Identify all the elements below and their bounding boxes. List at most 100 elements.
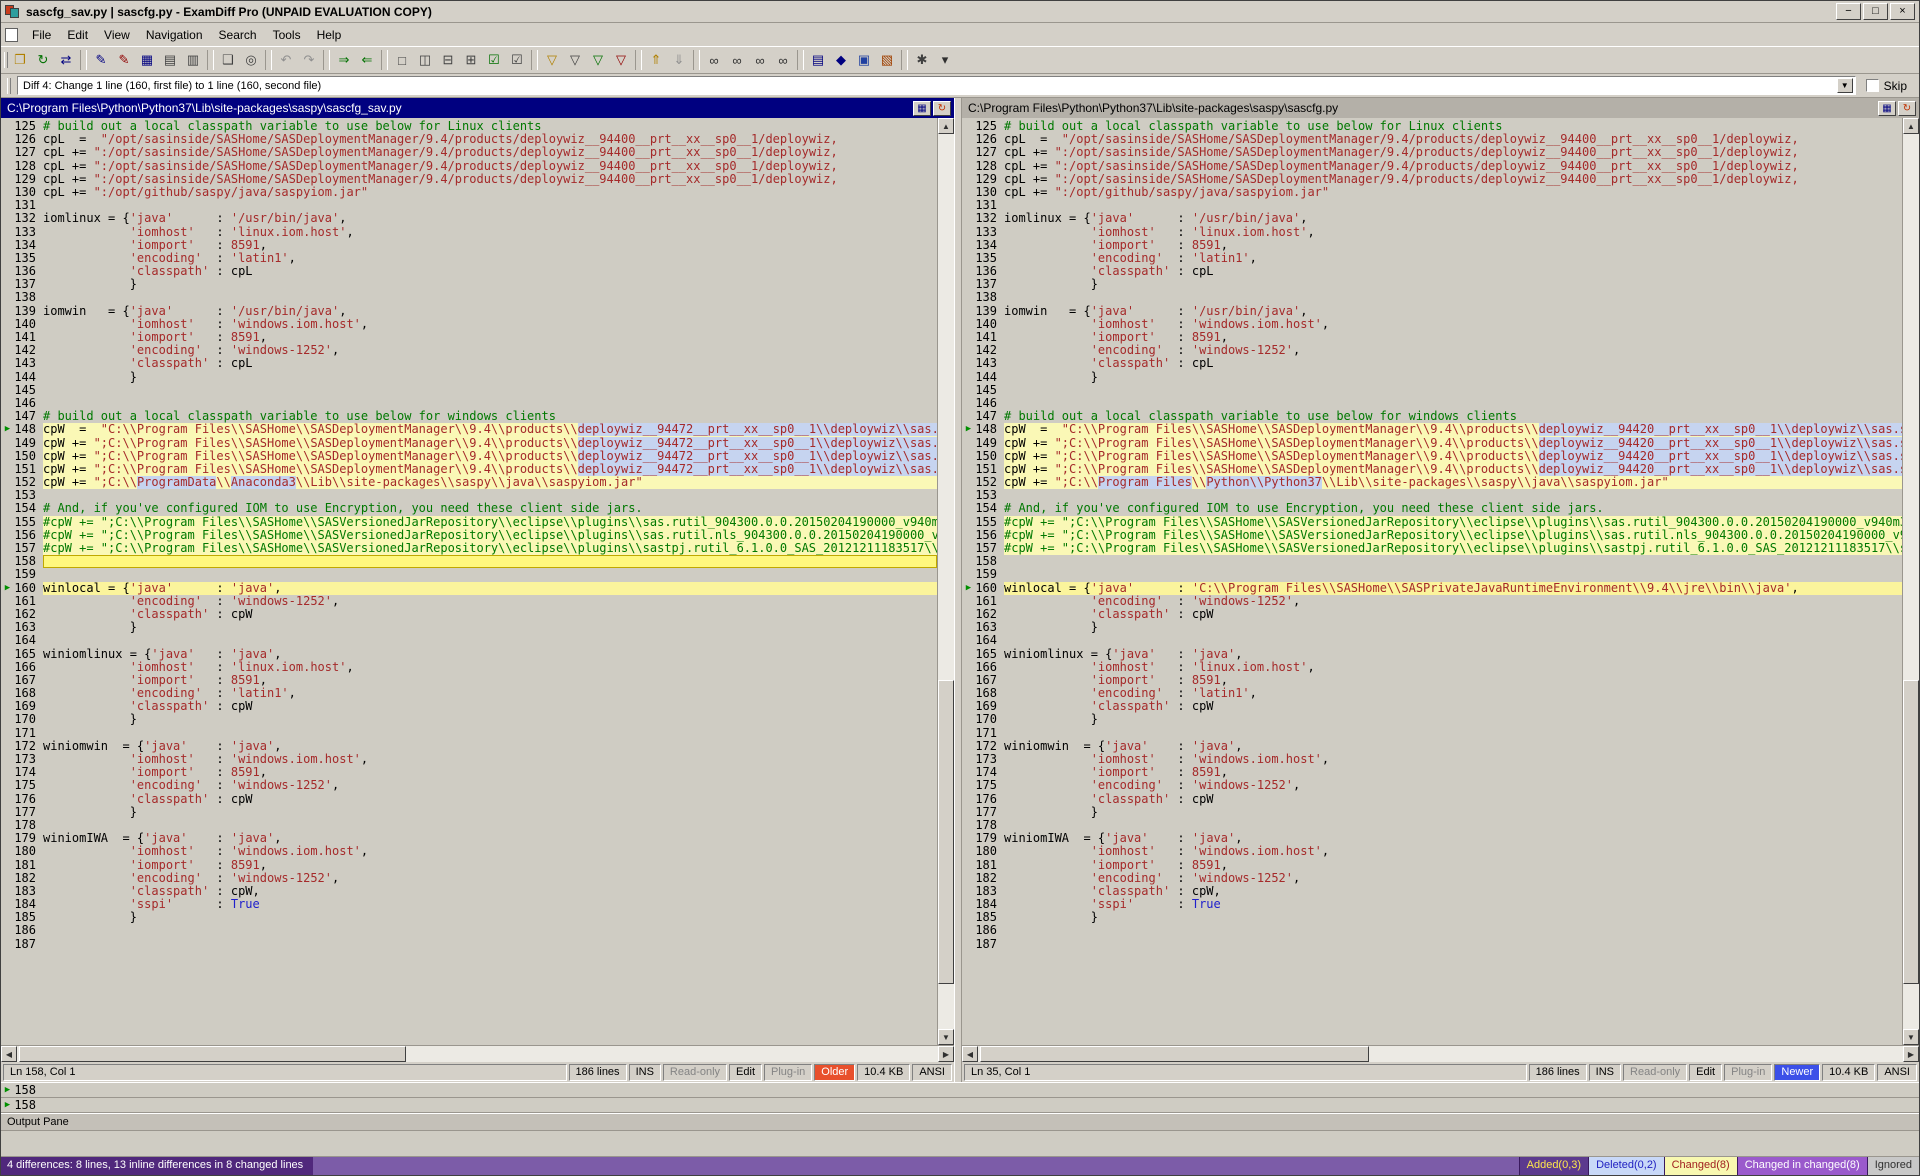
code-line[interactable]: 173 'iomhost' : 'windows.iom.host', xyxy=(962,753,1902,766)
move-up-icon[interactable]: ⇑ xyxy=(645,49,667,71)
code-line[interactable]: 136 'classpath' : cpL xyxy=(962,265,1902,278)
options-icon[interactable]: ✱ xyxy=(911,49,933,71)
code-line[interactable]: 156#cpW += ";C:\\Program Files\\SASHome\… xyxy=(1,529,937,542)
code-line[interactable]: 173 'iomhost' : 'windows.iom.host', xyxy=(1,753,937,766)
code-line[interactable]: 158 xyxy=(1,555,937,568)
pane-save-icon[interactable]: ▦ xyxy=(1878,101,1896,116)
code-line[interactable]: 145 xyxy=(962,384,1902,397)
scroll-down-icon[interactable]: ▼ xyxy=(938,1029,954,1045)
code-line[interactable]: 150cpW += ";C:\\Program Files\\SASHome\\… xyxy=(1,450,937,463)
horizontal-scrollbar[interactable]: ◀ ▶ xyxy=(1,1045,954,1062)
edit-second-file-icon[interactable]: ✎ xyxy=(113,49,135,71)
recompare-icon[interactable]: ↻ xyxy=(32,49,54,71)
code-line[interactable]: 178 xyxy=(962,819,1902,832)
toolbar-grip[interactable] xyxy=(4,52,8,68)
code-line[interactable]: 172winiomwin = {'java' : 'java', xyxy=(962,740,1902,753)
diffbar-grip[interactable] xyxy=(7,78,11,94)
code-line[interactable]: 183 'classpath' : cpW, xyxy=(962,885,1902,898)
code-line[interactable]: 159 xyxy=(962,568,1902,581)
code-line[interactable]: 128cpL += ":/opt/sasinside/SASHome/SASDe… xyxy=(1,160,937,173)
code-line[interactable]: 135 'encoding' : 'latin1', xyxy=(962,252,1902,265)
code-line[interactable]: 151cpW += ";C:\\Program Files\\SASHome\\… xyxy=(1,463,937,476)
move-down-icon[interactable]: ⇓ xyxy=(668,49,690,71)
code-line[interactable]: 174 'iomport' : 8591, xyxy=(962,766,1902,779)
code-line[interactable]: 127cpL += ":/opt/sasinside/SASHome/SASDe… xyxy=(1,146,937,159)
code-line[interactable]: 146 xyxy=(962,397,1902,410)
mini-line-pane[interactable]: ▶158 xyxy=(1,1098,1919,1113)
scroll-up-icon[interactable]: ▲ xyxy=(938,118,954,134)
copy-icon[interactable]: ❑ xyxy=(217,49,239,71)
code-area-second[interactable]: 125# build out a local classpath variabl… xyxy=(962,118,1902,1045)
code-line[interactable]: 138 xyxy=(962,291,1902,304)
code-line[interactable]: 155#cpW += ";C:\\Program Files\\SASHome\… xyxy=(962,516,1902,529)
code-line[interactable]: 136 'classpath' : cpL xyxy=(1,265,937,278)
code-line[interactable]: 135 'encoding' : 'latin1', xyxy=(1,252,937,265)
code-line[interactable]: 175 'encoding' : 'windows-1252', xyxy=(962,779,1902,792)
code-line[interactable]: 126cpL = "/opt/sasinside/SASHome/SASDepl… xyxy=(1,133,937,146)
print-preview-icon[interactable]: ▥ xyxy=(182,49,204,71)
code-line[interactable]: 180 'iomhost' : 'windows.iom.host', xyxy=(962,845,1902,858)
scrollbar-track[interactable] xyxy=(938,134,954,1029)
code-line[interactable]: 179winiomIWA = {'java' : 'java', xyxy=(1,832,937,845)
code-line[interactable]: 132iomlinux = {'java' : '/usr/bin/java', xyxy=(1,212,937,225)
layout-single-icon[interactable]: □ xyxy=(391,49,413,71)
vertical-scrollbar[interactable]: ▲ ▼ xyxy=(1902,118,1919,1045)
code-line[interactable]: ▶160winlocal = {'java' : 'C:\\Program Fi… xyxy=(962,582,1902,595)
code-line[interactable]: 154# And, if you've configured IOM to us… xyxy=(962,502,1902,515)
code-line[interactable]: 163 } xyxy=(1,621,937,634)
code-line[interactable]: 162 'classpath' : cpW xyxy=(1,608,937,621)
code-line[interactable]: 157#cpW += ";C:\\Program Files\\SASHome\… xyxy=(1,542,937,555)
code-line[interactable]: 134 'iomport' : 8591, xyxy=(1,239,937,252)
code-line[interactable]: 168 'encoding' : 'latin1', xyxy=(1,687,937,700)
code-line[interactable]: 142 'encoding' : 'windows-1252', xyxy=(1,344,937,357)
code-line[interactable]: 164 xyxy=(1,634,937,647)
code-line[interactable]: 126cpL = "/opt/sasinside/SASHome/SASDepl… xyxy=(962,133,1902,146)
code-line[interactable]: 147# build out a local classpath variabl… xyxy=(1,410,937,423)
windows-icon[interactable]: ◆ xyxy=(830,49,852,71)
code-line[interactable]: 141 'iomport' : 8591, xyxy=(962,331,1902,344)
show-whitespace-icon[interactable]: ☑ xyxy=(483,49,505,71)
report-icon[interactable]: ▧ xyxy=(876,49,898,71)
code-line[interactable]: 165winiomlinux = {'java' : 'java', xyxy=(1,648,937,661)
code-line[interactable]: 184 'sspi' : True xyxy=(1,898,937,911)
vertical-scrollbar[interactable]: ▲ ▼ xyxy=(937,118,954,1045)
scrollbar-track[interactable] xyxy=(17,1046,938,1062)
code-line[interactable]: 187 xyxy=(962,938,1902,951)
code-line[interactable]: 186 xyxy=(1,924,937,937)
code-line[interactable]: 138 xyxy=(1,291,937,304)
undo-icon[interactable]: ↶ xyxy=(275,49,297,71)
code-line[interactable]: 172winiomwin = {'java' : 'java', xyxy=(1,740,937,753)
code-line[interactable]: 154# And, if you've configured IOM to us… xyxy=(1,502,937,515)
code-line[interactable]: 137 } xyxy=(962,278,1902,291)
scrollbar-thumb[interactable] xyxy=(938,680,954,984)
code-line[interactable]: 170 } xyxy=(962,713,1902,726)
horizontal-scrollbar[interactable]: ◀ ▶ xyxy=(962,1045,1919,1062)
find-next-diff-icon[interactable]: ∞ xyxy=(749,49,771,71)
code-line[interactable]: 150cpW += ";C:\\Program Files\\SASHome\\… xyxy=(962,450,1902,463)
code-line[interactable]: 167 'iomport' : 8591, xyxy=(962,674,1902,687)
code-line[interactable]: 163 } xyxy=(962,621,1902,634)
code-line[interactable]: ▶148cpW = "C:\\Program Files\\SASHome\\S… xyxy=(1,423,937,436)
scroll-right-icon[interactable]: ▶ xyxy=(1903,1046,1919,1062)
filter-added-icon[interactable]: ▽ xyxy=(564,49,586,71)
pane-save-icon[interactable]: ▦ xyxy=(913,101,931,116)
scrollbar-thumb[interactable] xyxy=(19,1046,406,1062)
code-line[interactable]: 139iomwin = {'java' : '/usr/bin/java', xyxy=(1,305,937,318)
code-line[interactable]: 133 'iomhost' : 'linux.iom.host', xyxy=(1,226,937,239)
code-line[interactable]: 181 'iomport' : 8591, xyxy=(962,859,1902,872)
code-line[interactable]: 143 'classpath' : cpL xyxy=(1,357,937,370)
code-line[interactable]: 133 'iomhost' : 'linux.iom.host', xyxy=(962,226,1902,239)
code-line[interactable]: 178 xyxy=(1,819,937,832)
code-line[interactable]: 144 } xyxy=(1,371,937,384)
close-button[interactable]: × xyxy=(1890,3,1915,20)
mini-line-pane[interactable]: ▶158 xyxy=(1,1083,1919,1098)
scroll-left-icon[interactable]: ◀ xyxy=(962,1046,978,1062)
go-next-icon[interactable]: ⇒ xyxy=(333,49,355,71)
code-line[interactable]: 159 xyxy=(1,568,937,581)
code-line[interactable]: 184 'sspi' : True xyxy=(962,898,1902,911)
chevron-down-icon[interactable]: ▼ xyxy=(1837,78,1853,93)
code-line[interactable]: 153 xyxy=(1,489,937,502)
scrollbar-thumb[interactable] xyxy=(980,1046,1369,1062)
pane-reload-icon[interactable]: ↻ xyxy=(933,101,951,116)
code-line[interactable]: 140 'iomhost' : 'windows.iom.host', xyxy=(1,318,937,331)
